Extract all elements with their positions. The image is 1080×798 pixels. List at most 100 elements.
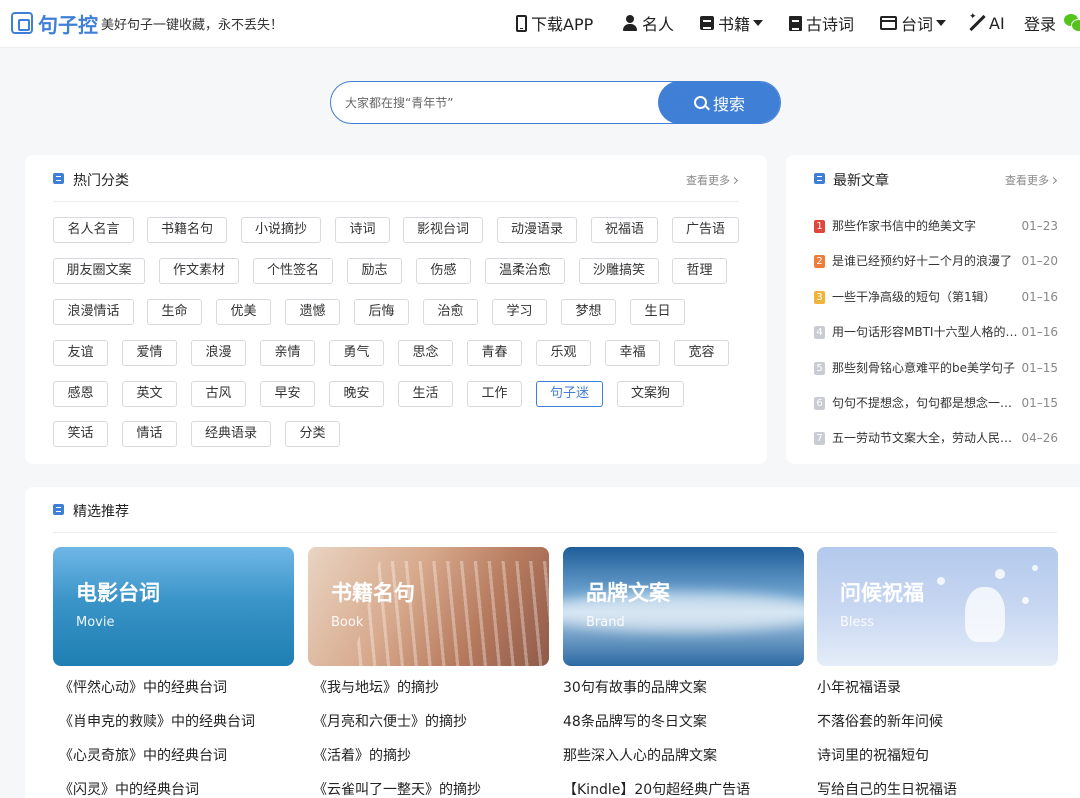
category-tag[interactable]: 早安 (260, 381, 315, 407)
banner-movie[interactable]: 电影台词 Movie (53, 547, 294, 666)
category-tag[interactable]: 幸福 (605, 340, 660, 366)
nav-lines-dropdown[interactable]: 台词 (880, 12, 947, 34)
search-input[interactable] (345, 82, 655, 123)
article-item[interactable]: 6 句句不提想念，句句都是想念一个人 01–15 (814, 394, 1058, 414)
recommend-link[interactable]: 《活着》的摘抄 (313, 746, 553, 780)
category-tag[interactable]: 分类 (285, 421, 340, 447)
category-tag[interactable]: 感恩 (53, 381, 108, 407)
category-tag[interactable]: 勇气 (329, 340, 384, 366)
category-tag[interactable]: 学习 (492, 299, 547, 325)
banner-bless[interactable]: 问候祝福 Bless (817, 547, 1058, 666)
article-title[interactable]: 句句不提想念，句句都是想念一个人 (832, 394, 1018, 413)
category-tag[interactable]: 文案狗 (617, 381, 684, 407)
nav-classical-poems[interactable]: 古诗词 (789, 12, 854, 34)
category-tag[interactable]: 朋友圈文案 (53, 258, 145, 284)
category-tag[interactable]: 后悔 (354, 299, 409, 325)
category-tag[interactable]: 沙雕搞笑 (579, 258, 659, 284)
wechat-icon[interactable] (1064, 14, 1080, 32)
article-item[interactable]: 2 是谁已经预约好十二个月的浪漫了 01–20 (814, 252, 1058, 272)
category-tag[interactable]: 生活 (398, 381, 453, 407)
article-title[interactable]: 是谁已经预约好十二个月的浪漫了 (832, 252, 1018, 271)
article-item[interactable]: 4 用一句话形容MBTI十六型人格的特点 01–16 (814, 323, 1058, 343)
article-title[interactable]: 那些刻骨铭心意难平的be美学句子 (832, 359, 1018, 378)
category-tag[interactable]: 宽容 (674, 340, 729, 366)
latest-articles-more-link[interactable]: 查看更多 (1005, 172, 1058, 188)
category-tag[interactable]: 青春 (467, 340, 522, 366)
divider (53, 201, 739, 202)
recommend-link[interactable]: 《云雀叫了一整天》的摘抄 (313, 780, 553, 798)
category-tag[interactable]: 生日 (630, 299, 685, 325)
category-tag[interactable]: 书籍名句 (147, 217, 227, 243)
category-tag[interactable]: 作文素材 (159, 258, 239, 284)
banner-book[interactable]: 书籍名句 Book (308, 547, 549, 666)
article-item[interactable]: 7 五一劳动节文案大全，劳动人民最光荣 04–26 (814, 429, 1058, 449)
nav-ai[interactable]: AI (969, 12, 1005, 34)
category-tag[interactable]: 爱情 (122, 340, 177, 366)
category-tag[interactable]: 温柔治愈 (485, 258, 565, 284)
category-tag[interactable]: 诗词 (335, 217, 390, 243)
category-tag[interactable]: 梦想 (561, 299, 616, 325)
category-tag[interactable]: 情话 (122, 421, 177, 447)
category-tag[interactable]: 治愈 (423, 299, 478, 325)
article-title[interactable]: 那些作家书信中的绝美文字 (832, 217, 1018, 236)
category-tag[interactable]: 浪漫情话 (53, 299, 134, 325)
category-tag[interactable]: 生命 (147, 299, 202, 325)
recommend-link[interactable]: 那些深入人心的品牌文案 (563, 746, 803, 780)
category-tag[interactable]: 晚安 (329, 381, 384, 407)
recommend-link[interactable]: 《月亮和六便士》的摘抄 (313, 712, 553, 746)
category-tag[interactable]: 亲情 (260, 340, 315, 366)
category-tag[interactable]: 英文 (122, 381, 177, 407)
bokeh-light (1022, 597, 1029, 604)
category-tag[interactable]: 遗憾 (285, 299, 340, 325)
search-button[interactable]: 搜索 (658, 82, 780, 123)
article-item[interactable]: 5 那些刻骨铭心意难平的be美学句子 01–15 (814, 359, 1058, 379)
article-title[interactable]: 用一句话形容MBTI十六型人格的特点 (832, 323, 1018, 342)
category-tag[interactable]: 祝福语 (591, 217, 658, 243)
recommend-link[interactable]: 30句有故事的品牌文案 (563, 678, 803, 712)
category-tag[interactable]: 伤感 (416, 258, 471, 284)
category-tag[interactable]: 浪漫 (191, 340, 246, 366)
nav-books-dropdown[interactable]: 书籍 (700, 12, 764, 34)
article-title[interactable]: 一些干净高级的短句（第1辑） (832, 288, 1018, 307)
logo-icon[interactable] (11, 12, 33, 34)
recommend-link[interactable]: 《闪灵》中的经典台词 (59, 780, 299, 798)
article-item[interactable]: 1 那些作家书信中的绝美文字 01–23 (814, 217, 1058, 237)
banner-brand[interactable]: 品牌文案 Brand (563, 547, 804, 666)
recommend-link[interactable]: 小年祝福语录 (817, 678, 1057, 712)
recommend-link[interactable]: 《肖申克的救赎》中的经典台词 (59, 712, 299, 746)
recommend-link[interactable]: 《心灵奇旅》中的经典台词 (59, 746, 299, 780)
category-tag[interactable]: 经典语录 (191, 421, 271, 447)
nav-download-app[interactable]: 下载APP (516, 12, 593, 34)
site-logo-text[interactable]: 句子控 (38, 9, 98, 38)
article-title[interactable]: 五一劳动节文案大全，劳动人民最光荣 (832, 429, 1018, 448)
category-tag[interactable]: 古风 (191, 381, 246, 407)
recommend-link[interactable]: 《我与地坛》的摘抄 (313, 678, 553, 712)
category-tag[interactable]: 励志 (347, 258, 402, 284)
category-tag[interactable]: 广告语 (672, 217, 739, 243)
category-tag[interactable]: 动漫语录 (497, 217, 577, 243)
recommend-link[interactable]: 诗词里的祝福短句 (817, 746, 1057, 780)
category-tag[interactable]: 优美 (216, 299, 271, 325)
recommend-link[interactable]: 48条品牌写的冬日文案 (563, 712, 803, 746)
category-tag-active[interactable]: 句子迷 (536, 381, 603, 407)
hot-categories-more-link[interactable]: 查看更多 (686, 172, 739, 188)
recommend-link[interactable]: 不落俗套的新年问候 (817, 712, 1057, 746)
top-navigation-bar: 句子控 美好句子一键收藏，永不丢失！ 下载APP 名人 书籍 古诗词 台词 AI… (0, 0, 1080, 48)
article-item[interactable]: 3 一些干净高级的短句（第1辑） 01–16 (814, 288, 1058, 308)
category-tag[interactable]: 哲理 (672, 258, 727, 284)
category-tag[interactable]: 友谊 (53, 340, 108, 366)
category-tag[interactable]: 乐观 (536, 340, 591, 366)
recommend-link[interactable]: 【Kindle】20句超经典广告语 (563, 780, 803, 798)
nav-people[interactable]: 名人 (622, 12, 674, 34)
category-tag[interactable]: 笑话 (53, 421, 108, 447)
category-tag[interactable]: 名人名言 (53, 217, 134, 243)
category-tag[interactable]: 个性签名 (253, 258, 333, 284)
category-tag[interactable]: 小说摘抄 (241, 217, 321, 243)
caret-down-icon (936, 20, 947, 26)
recommend-link[interactable]: 写给自己的生日祝福语 (817, 780, 1057, 798)
category-tag[interactable]: 影视台词 (403, 217, 483, 243)
recommend-link[interactable]: 《怦然心动》中的经典台词 (59, 678, 299, 712)
category-tag[interactable]: 工作 (467, 381, 522, 407)
category-tag[interactable]: 思念 (398, 340, 453, 366)
login-link[interactable]: 登录 (1024, 12, 1056, 34)
